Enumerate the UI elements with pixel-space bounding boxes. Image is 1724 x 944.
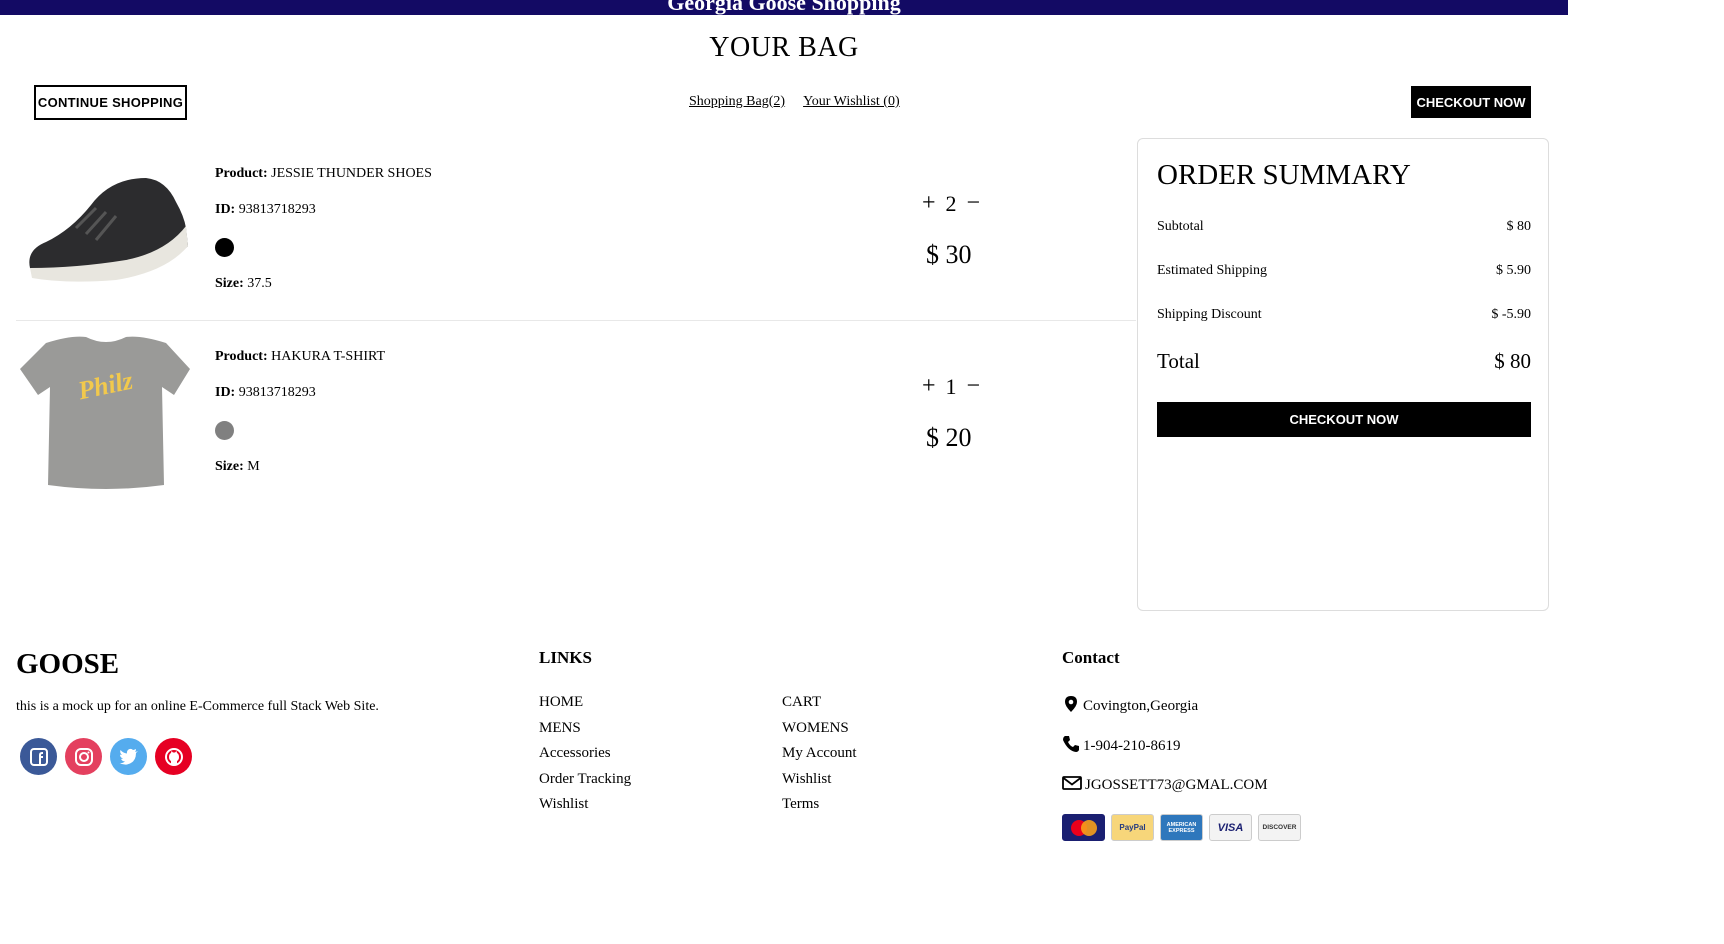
visa-icon: VISA	[1209, 814, 1252, 841]
contact-email: JGOSSETT73@GMAL.COM	[1062, 775, 1268, 796]
product-id: 93813718293	[238, 385, 316, 400]
site-header: Georgia Goose Shopping	[0, 0, 1568, 15]
footer-link-my-account[interactable]: My Account	[782, 744, 857, 770]
cart-item: Product: JESSIE THUNDER SHOES ID: 938137…	[16, 150, 1136, 320]
page-title: YOUR BAG	[709, 32, 859, 63]
instagram-icon[interactable]	[65, 738, 102, 775]
links-heading: LINKS	[539, 648, 592, 667]
shoe-image	[16, 150, 196, 310]
total-row: Total $ 80	[1157, 349, 1531, 373]
discover-icon: DISCOVER	[1258, 814, 1301, 841]
plus-icon[interactable]: +	[922, 373, 936, 400]
footer-link-terms[interactable]: Terms	[782, 795, 857, 821]
mail-icon	[1062, 775, 1082, 796]
links-column-2: CART WOMENS My Account Wishlist Terms	[782, 693, 857, 821]
order-summary: ORDER SUMMARY Subtotal $ 80 Estimated Shi…	[1137, 138, 1549, 611]
quantity-value: 2	[945, 190, 957, 216]
quantity-value: 1	[945, 373, 957, 399]
discount-value: $ -5.90	[1491, 307, 1531, 322]
subtotal-value: $ 80	[1506, 219, 1532, 234]
github-icon[interactable]	[155, 738, 192, 775]
footer-description: this is a mock up for an online E-Commer…	[16, 699, 379, 714]
quantity-stepper: + 2 −	[922, 190, 980, 217]
contact-phone: 1-904-210-8619	[1062, 735, 1181, 758]
location-pin-icon	[1062, 695, 1080, 718]
product-size: M	[247, 459, 260, 474]
subtotal-row: Subtotal $ 80	[1157, 219, 1532, 234]
quantity-stepper: + 1 −	[922, 373, 980, 400]
amex-icon: AMERICAN EXPRESS	[1160, 814, 1203, 841]
checkout-now-button-top[interactable]: CHECKOUT NOW	[1411, 86, 1531, 118]
minus-icon[interactable]: −	[967, 373, 981, 400]
continue-shopping-button[interactable]: CONTINUE SHOPPING	[34, 85, 187, 120]
product-id: 93813718293	[238, 202, 316, 217]
mastercard-icon	[1062, 814, 1105, 841]
color-swatch[interactable]	[215, 421, 234, 440]
footer-link-mens[interactable]: MENS	[539, 719, 631, 745]
product-name: HAKURA T-SHIRT	[271, 349, 386, 364]
twitter-icon[interactable]	[110, 738, 147, 775]
footer-link-womens[interactable]: WOMENS	[782, 719, 857, 745]
footer-link-wishlist[interactable]: Wishlist	[539, 795, 631, 821]
item-price: $ 30	[926, 240, 972, 269]
product-size: 37.5	[247, 276, 272, 291]
discount-row: Shipping Discount $ -5.90	[1157, 307, 1531, 322]
checkout-now-button[interactable]: CHECKOUT NOW	[1157, 402, 1531, 437]
footer-link-home[interactable]: HOME	[539, 693, 631, 719]
tshirt-image: Philz	[16, 333, 196, 493]
footer-link-cart[interactable]: CART	[782, 693, 857, 719]
item-divider	[16, 320, 1136, 321]
cart-item: Philz Product: HAKURA T-SHIRT ID: 938137…	[16, 333, 1136, 503]
color-swatch[interactable]	[215, 238, 234, 257]
paypal-icon: PayPal	[1111, 814, 1154, 841]
footer-link-wishlist-2[interactable]: Wishlist	[782, 770, 857, 796]
payment-methods: PayPal AMERICAN EXPRESS VISA DISCOVER	[1062, 814, 1301, 841]
footer-link-order-tracking[interactable]: Order Tracking	[539, 770, 631, 796]
plus-icon[interactable]: +	[922, 190, 936, 217]
links-column-1: HOME MENS Accessories Order Tracking Wis…	[539, 693, 631, 821]
product-name: JESSIE THUNDER SHOES	[271, 166, 432, 181]
summary-title: ORDER SUMMARY	[1157, 159, 1411, 191]
footer-link-accessories[interactable]: Accessories	[539, 744, 631, 770]
page-margin	[1568, 0, 1724, 944]
shipping-row: Estimated Shipping $ 5.90	[1157, 263, 1531, 278]
shipping-value: $ 5.90	[1496, 263, 1531, 278]
facebook-icon[interactable]	[20, 738, 57, 775]
shopping-bag-link[interactable]: Shopping Bag(2)	[689, 94, 785, 110]
wishlist-link[interactable]: Your Wishlist (0)	[803, 94, 900, 110]
item-price: $ 20	[926, 423, 972, 452]
minus-icon[interactable]: −	[967, 190, 981, 217]
site-title: Georgia Goose Shopping	[667, 0, 901, 15]
bag-tabs: Shopping Bag(2) Your Wishlist (0)	[689, 94, 900, 110]
social-links	[20, 738, 192, 775]
phone-icon	[1062, 735, 1080, 758]
contact-heading: Contact	[1062, 648, 1120, 667]
total-value: $ 80	[1494, 349, 1531, 373]
footer-brand: GOOSE	[16, 648, 120, 680]
contact-address: Covington,Georgia	[1062, 695, 1198, 718]
